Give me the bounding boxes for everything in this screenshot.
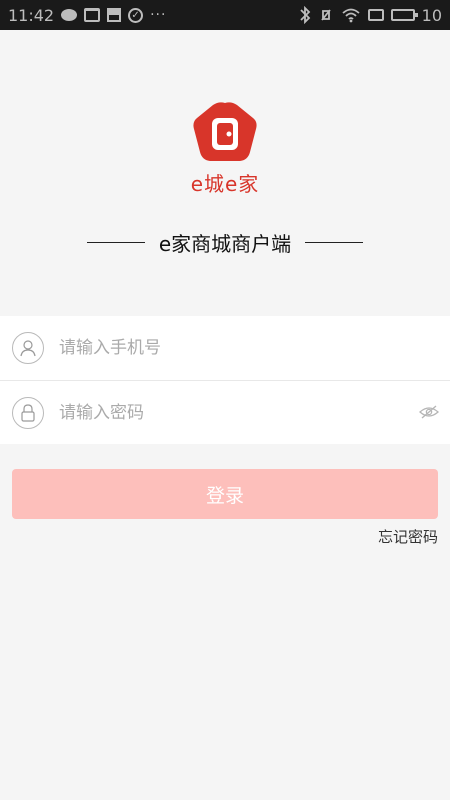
brand-logo: e城e家 (0, 100, 450, 197)
battery-icon (390, 9, 418, 21)
screen-icon (367, 9, 384, 21)
phone-input[interactable] (57, 337, 381, 359)
app-subtitle: e家商城商户端 (158, 232, 292, 256)
battery-level: 10 (421, 5, 442, 25)
phone-field (0, 316, 450, 380)
check-circle-icon: ✓ (128, 7, 144, 23)
password-field (0, 380, 450, 444)
shirt-icon (84, 8, 101, 22)
forgot-password-link[interactable]: 忘记密码 (378, 526, 438, 547)
door-shield-logo (193, 102, 257, 161)
password-input[interactable] (57, 401, 381, 424)
subtitle-right-line (305, 242, 364, 243)
more-dots-icon: ··· (150, 7, 167, 23)
mute-icon (320, 9, 331, 21)
status-right: 10 (299, 6, 442, 25)
login-button[interactable]: 登录 (12, 469, 438, 519)
wifi-icon (342, 8, 360, 23)
status-bar: 11:42 ✓ ··· 10 (0, 0, 450, 30)
save-icon (107, 8, 122, 22)
logo-text: e城e家 (190, 172, 260, 196)
user-icon (12, 332, 44, 364)
lock-icon (12, 396, 44, 429)
status-time: 11:42 (8, 5, 55, 25)
bluetooth-icon (300, 6, 310, 24)
chat-icon (61, 9, 78, 21)
status-left: 11:42 ✓ ··· (8, 6, 166, 25)
subtitle-left-line (86, 242, 145, 243)
subtitle-row: e家商城商户端 (0, 228, 450, 257)
login-form (0, 316, 450, 444)
eye-icon[interactable] (419, 404, 439, 420)
